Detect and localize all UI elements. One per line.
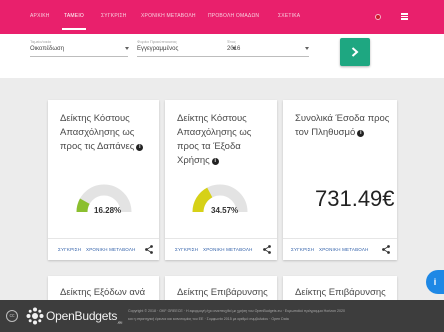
share-icon[interactable]: [145, 245, 153, 254]
fund-select-value: Οικοπέδωση: [30, 46, 65, 52]
compare-link[interactable]: ΣΥΓΚΡΙΣΗ: [291, 247, 314, 252]
timeline-link[interactable]: ΧΡΟΝΙΚΗ ΜΕΤΑΒΟΛΗ: [86, 247, 136, 252]
info-icon[interactable]: i: [211, 158, 219, 165]
tab-compare[interactable]: ΣΥΓΚΡΙΣΗ: [101, 13, 127, 19]
indicator-card: Δείκτης Κόστους Απασχόλησης ως προς τα Έ…: [165, 100, 277, 260]
brand-suffix: .eu: [117, 319, 123, 325]
card-title: Δείκτης Επιβάρυνσης: [295, 287, 386, 298]
year-select-underline: [227, 56, 309, 57]
apply-filters-button[interactable]: [340, 38, 370, 66]
openbudgets-logo-icon: [26, 307, 44, 325]
footer-copyright: Copyright © 2018 · OKF GREECE · Η εφαρμο…: [128, 309, 346, 313]
gauge-fill: [76, 198, 90, 213]
gauge-fill: [192, 187, 213, 213]
card-actions: ΣΥΓΚΡΙΣΗ ΧΡΟΝΙΚΗ ΜΕΤΑΒΟΛΗ: [283, 238, 397, 260]
info-fab-button[interactable]: i: [426, 270, 444, 294]
share-icon[interactable]: [263, 245, 271, 254]
year-select[interactable]: Έτος 2016: [227, 39, 309, 57]
reference-select[interactable]: Φορέα Προκύπτουσας Εγγεγραμμένος: [137, 39, 236, 57]
brand-name[interactable]: OpenBudgets.eu: [46, 309, 122, 324]
card-title: Δείκτης Κόστους Απασχόλησης ως προς τις …: [60, 113, 135, 152]
share-icon[interactable]: [382, 245, 390, 254]
gauge-value: 16.28%: [94, 206, 122, 215]
info-icon[interactable]: i: [357, 130, 365, 137]
chevron-down-icon: [125, 47, 129, 50]
reference-select-value: Εγγεγραμμένος: [137, 46, 179, 52]
chevron-right-icon: [351, 47, 359, 57]
fund-select-underline: [30, 56, 128, 57]
card-title: Δείκτης Εξόδων ανά: [60, 287, 146, 298]
year-select-label: Έτος: [227, 39, 236, 44]
tab-fund[interactable]: ΤΑΜΕΙΟ: [62, 13, 86, 30]
indicator-card: Συνολικά Έσοδα προς τον Πληθυσμό i 731.49…: [283, 100, 397, 260]
card-actions: ΣΥΓΚΡΙΣΗ ΧΡΟΝΙΚΗ ΜΕΤΑΒΟΛΗ: [165, 238, 277, 260]
brand-text: OpenBudgets: [46, 309, 118, 323]
timeline-link[interactable]: ΧΡΟΝΙΚΗ ΜΕΤΑΒΟΛΗ: [203, 247, 253, 252]
tab-groups[interactable]: ΠΡΟΒΟΛΗ ΟΜΑΔΩΝ: [208, 13, 259, 19]
top-navigation-bar: ΑΡΧΙΚΗ ΤΑΜΕΙΟ ΣΥΓΚΡΙΣΗ ΧΡΟΝΙΚΗ ΜΕΤΑΒΟΛΗ …: [0, 0, 444, 34]
card-title-wrap: Συνολικά Έσοδα προς τον Πληθυσμό i: [295, 112, 399, 140]
year-select-value: 2016: [227, 46, 241, 52]
card-actions: ΣΥΓΚΡΙΣΗ ΧΡΟΝΙΚΗ ΜΕΤΑΒΟΛΗ: [48, 238, 159, 260]
card-title: Δείκτης Επιβάρυνσης: [177, 287, 268, 298]
filter-bar: Ταμείο/οικία Οικοπέδωση Φορέα Προκύπτουσ…: [0, 34, 444, 78]
language-flag-icon[interactable]: [375, 14, 381, 20]
gauge-chart: 34.57%: [192, 178, 248, 234]
card-title-wrap: Δείκτης Κόστους Απασχόλησης ως προς τις …: [60, 112, 156, 154]
tab-about[interactable]: ΣΧΕΤΙΚΑ: [278, 13, 300, 19]
timeline-link[interactable]: ΧΡΟΝΙΚΗ ΜΕΤΑΒΟΛΗ: [319, 247, 369, 252]
fund-select-label: Ταμείο/οικία: [30, 39, 51, 44]
tab-home[interactable]: ΑΡΧΙΚΗ: [30, 13, 50, 19]
card-title: Συνολικά Έσοδα προς τον Πληθυσμό: [295, 113, 390, 138]
footer-funding-note: και η στρατηγική έρευνα και καινοτομίας …: [128, 317, 289, 321]
reference-select-label: Φορέα Προκύπτουσας: [137, 39, 177, 44]
info-icon[interactable]: i: [136, 144, 144, 151]
gauge-value: 34.57%: [211, 206, 239, 215]
indicator-card: Δείκτης Κόστους Απασχόλησης ως προς τις …: [48, 100, 159, 260]
menu-icon[interactable]: [401, 13, 408, 20]
creative-commons-icon: cc: [6, 310, 18, 322]
indicator-value: 731.49€: [315, 186, 395, 211]
compare-link[interactable]: ΣΥΓΚΡΙΣΗ: [58, 247, 81, 252]
compare-link[interactable]: ΣΥΓΚΡΙΣΗ: [175, 247, 198, 252]
tab-timeline[interactable]: ΧΡΟΝΙΚΗ ΜΕΤΑΒΟΛΗ: [141, 13, 196, 19]
chevron-down-icon: [305, 47, 309, 50]
fund-select[interactable]: Ταμείο/οικία Οικοπέδωση: [30, 39, 129, 57]
gauge-chart: 16.28%: [76, 178, 132, 234]
footer: cc OpenBudgets.eu Copyright © 2018 · OKF…: [0, 300, 444, 332]
card-title-wrap: Δείκτης Κόστους Απασχόλησης ως προς τα Έ…: [177, 112, 275, 168]
reference-select-underline: [137, 56, 235, 57]
